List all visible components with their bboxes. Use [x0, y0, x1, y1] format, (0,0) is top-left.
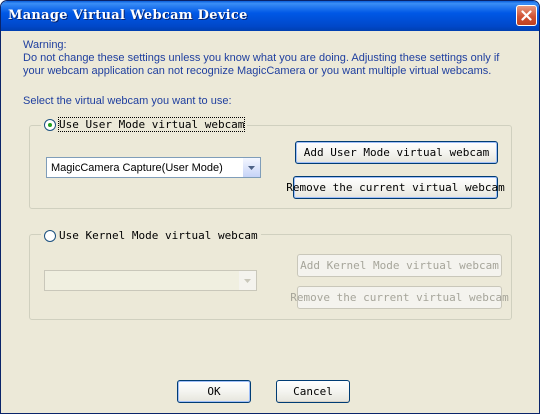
- radio-selected-dot: [48, 122, 52, 127]
- kernel-mode-label: Use Kernel Mode virtual webcam: [59, 229, 258, 242]
- cancel-button[interactable]: Cancel: [276, 380, 350, 403]
- manage-webcam-dialog: Manage Virtual Webcam Device Warning: Do…: [0, 0, 540, 414]
- user-mode-label: Use User Mode virtual webcam: [57, 117, 246, 132]
- remove-kernel-mode-button: Remove the current virtual webcam: [290, 286, 509, 309]
- add-kernel-mode-button: Add Kernel Mode virtual webcam: [297, 254, 502, 277]
- user-mode-option[interactable]: Use User Mode virtual webcam: [41, 117, 248, 132]
- remove-user-mode-button[interactable]: Remove the current virtual webcam: [286, 176, 505, 199]
- chevron-down-icon[interactable]: [243, 158, 260, 177]
- user-mode-radio[interactable]: [44, 118, 56, 131]
- window-title: Manage Virtual Webcam Device: [8, 8, 248, 23]
- warning-text: Warning: Do not change these settings un…: [23, 39, 523, 78]
- title-bar[interactable]: Manage Virtual Webcam Device: [1, 1, 539, 31]
- ok-button[interactable]: OK: [177, 380, 251, 403]
- chevron-down-icon: [239, 271, 256, 290]
- combo-value: MagicCamera Capture(User Mode): [51, 161, 223, 174]
- kernel-mode-webcam-select: [44, 270, 257, 291]
- kernel-mode-radio[interactable]: [44, 229, 56, 242]
- user-mode-webcam-select[interactable]: MagicCamera Capture(User Mode): [46, 157, 261, 178]
- kernel-mode-option[interactable]: Use Kernel Mode virtual webcam: [41, 229, 261, 242]
- warning-body: Do not change these settings unless you …: [23, 52, 500, 77]
- close-button[interactable]: [516, 5, 537, 26]
- close-icon: [521, 10, 532, 21]
- select-webcam-label: Select the virtual webcam you want to us…: [23, 95, 232, 107]
- warning-heading: Warning:: [23, 39, 67, 51]
- add-user-mode-button[interactable]: Add User Mode virtual webcam: [295, 141, 498, 164]
